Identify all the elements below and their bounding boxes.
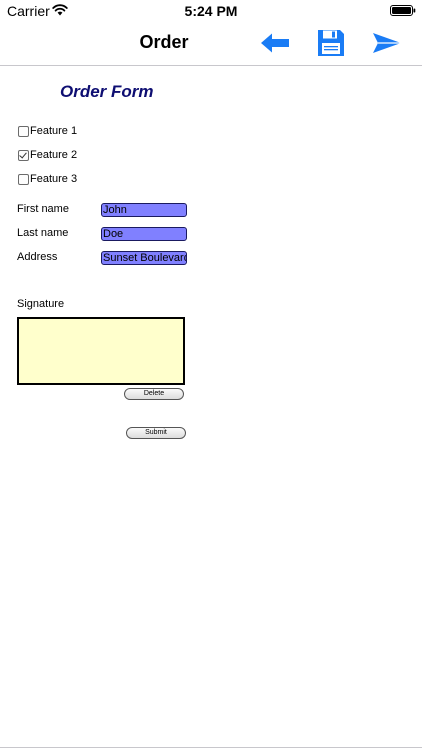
signature-label: Signature (17, 298, 65, 310)
first-name-input[interactable] (101, 203, 187, 217)
feature-3-row[interactable]: Feature 3 (18, 172, 77, 186)
bottom-divider (0, 747, 422, 748)
status-bar: Carrier 5:24 PM (0, 0, 422, 22)
address-label: Address (17, 251, 58, 263)
feature-1-label: Feature 1 (30, 125, 78, 137)
first-name-label: First name (17, 203, 69, 215)
battery-icon (390, 5, 416, 16)
send-button[interactable] (371, 28, 403, 58)
feature-2-label: Feature 2 (30, 149, 78, 161)
feature-2-row[interactable]: Feature 2 (18, 148, 77, 162)
signature-pad[interactable] (17, 317, 185, 385)
delete-signature-button[interactable]: Delete (124, 388, 184, 400)
address-input[interactable] (101, 251, 187, 265)
last-name-label: Last name (17, 227, 69, 239)
order-screen: Carrier 5:24 PM Order Order Form Feature… (0, 0, 422, 750)
form-heading: Order Form (60, 82, 154, 101)
feature-3-checkbox[interactable] (18, 173, 29, 185)
back-button[interactable] (259, 28, 291, 58)
navigation-bar: Order (0, 22, 422, 66)
feature-3-label: Feature 3 (30, 173, 78, 185)
floppy-disk-icon (318, 30, 344, 56)
submit-button[interactable]: Submit (126, 427, 186, 439)
status-time: 5:24 PM (184, 3, 238, 19)
paper-plane-icon (373, 33, 401, 53)
feature-2-checkbox[interactable] (18, 149, 29, 161)
feature-1-checkbox[interactable] (18, 125, 29, 137)
save-button[interactable] (315, 28, 347, 58)
feature-1-row[interactable]: Feature 1 (18, 124, 77, 138)
last-name-input[interactable] (101, 227, 187, 241)
arrow-left-icon (261, 33, 289, 53)
